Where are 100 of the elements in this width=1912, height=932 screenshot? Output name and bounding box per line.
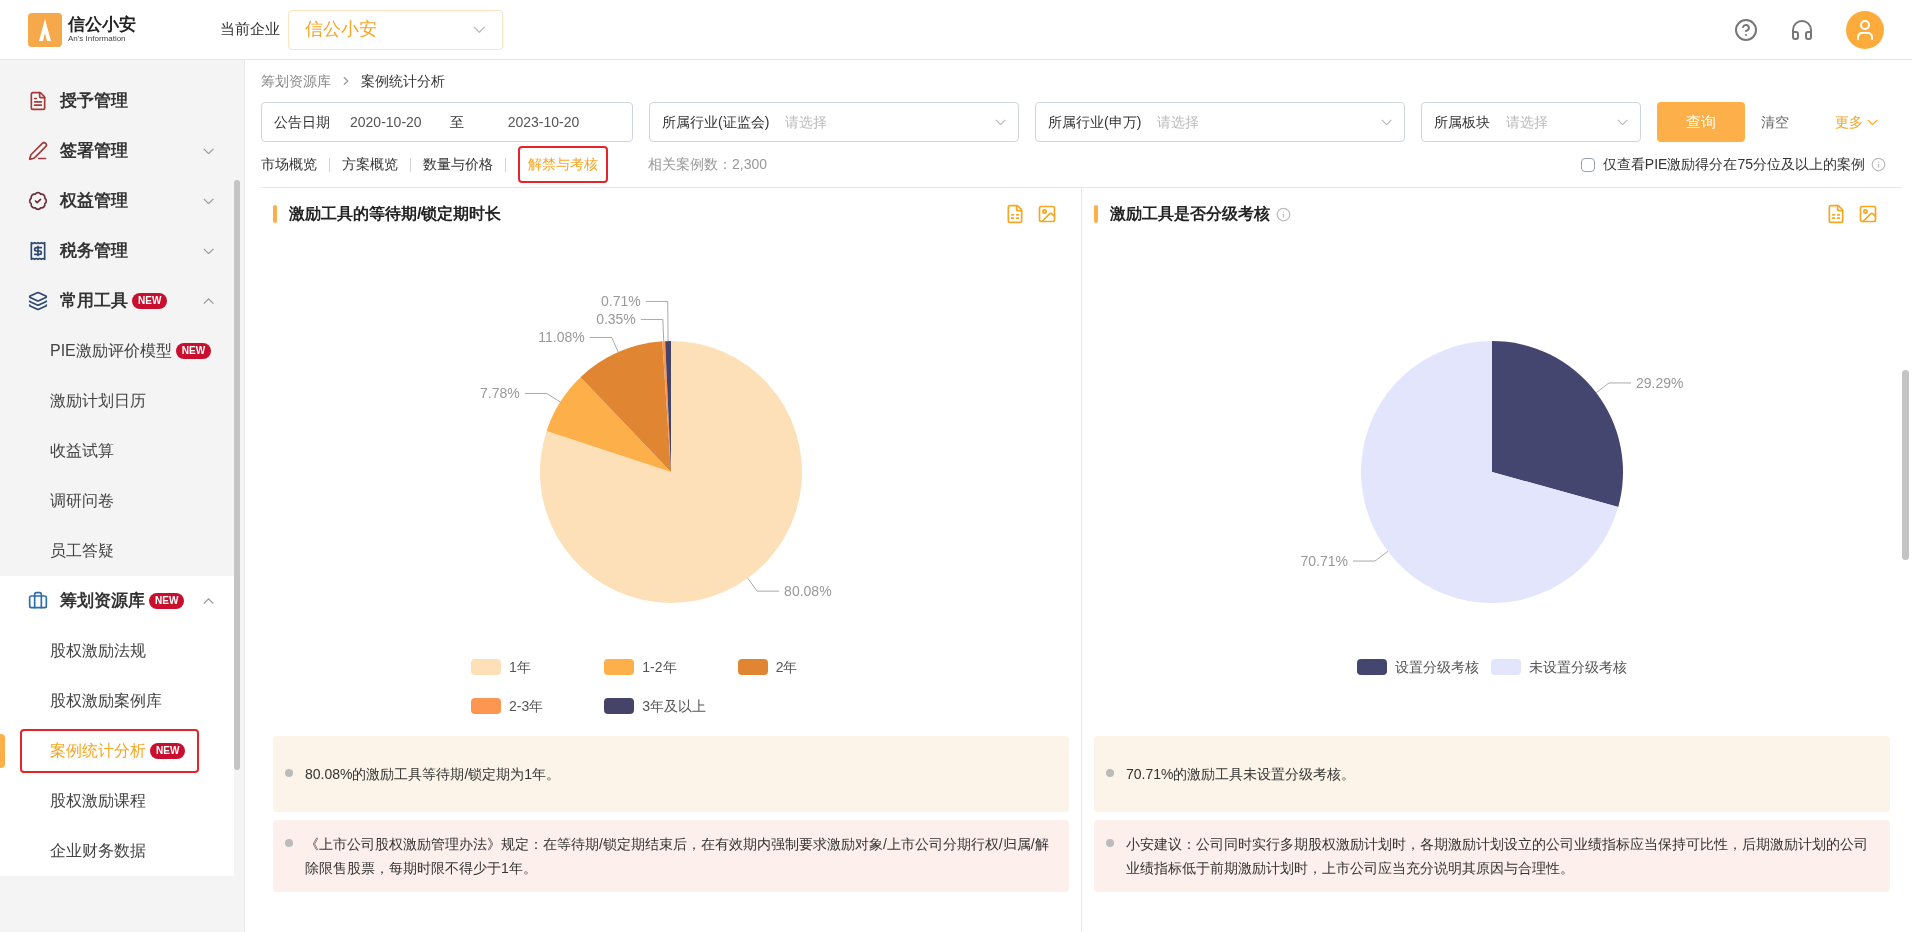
logo-subtitle: An's Information [68, 35, 127, 43]
breadcrumb-item[interactable]: 筹划资源库 [261, 70, 331, 92]
sidebar-group[interactable]: 税务管理 [0, 226, 234, 276]
headset-icon[interactable] [1790, 17, 1814, 42]
sidebar-item[interactable]: 企业财务数据 [20, 829, 160, 873]
legend-swatch [1357, 659, 1387, 675]
spreadsheet-export-icon[interactable] [1826, 204, 1846, 224]
filter-select[interactable]: 所属行业(证监会) 请选择 [649, 102, 1019, 142]
legend-swatch [1491, 659, 1521, 675]
leader-line [589, 336, 619, 353]
slice-label: 0.71% [601, 293, 641, 310]
pen-icon [28, 141, 48, 161]
sidebar-group-label: 税务管理 [60, 240, 128, 263]
legend-label[interactable]: 3年及以上 [642, 695, 707, 717]
info-icon[interactable] [1871, 157, 1886, 172]
start-date: 2020-10-20 [350, 112, 422, 132]
panel-title: 激励工具是否分级考核 [1110, 204, 1270, 224]
checkbox-label[interactable]: 仅查看PIE激励得分在75分位及以上的案例 [1602, 154, 1865, 175]
new-badge: NEW [150, 743, 186, 759]
sidebar-item[interactable]: 股权激励课程 [20, 779, 160, 823]
select-label: 所属行业(证监会) [662, 112, 770, 132]
breadcrumb-item: 案例统计分析 [361, 71, 445, 91]
select-placeholder: 请选择 [1506, 112, 1548, 132]
tab[interactable]: 市场概览 [261, 154, 317, 175]
sidebar-group-label: 筹划资源库 [60, 590, 145, 613]
legend-swatch [604, 659, 635, 675]
chevron-down-icon [1616, 118, 1628, 126]
new-badge: NEW [149, 593, 185, 609]
legend-label[interactable]: 2-3年 [509, 695, 544, 717]
document-icon [28, 91, 48, 111]
sidebar-group[interactable]: 筹划资源库 NEW [0, 576, 234, 626]
leader-line [1595, 382, 1632, 394]
image-export-icon[interactable] [1858, 204, 1878, 224]
spreadsheet-export-icon[interactable] [1005, 204, 1025, 224]
sidebar-item[interactable]: 激励计划日历 [20, 379, 160, 423]
checkbox[interactable] [1580, 157, 1595, 172]
sidebar-group[interactable]: 权益管理 [0, 176, 234, 226]
layers-icon [28, 291, 48, 311]
filter-select[interactable]: 所属行业(申万) 请选择 [1035, 102, 1405, 142]
slice-label: 80.08% [784, 583, 832, 600]
filter-select[interactable]: 所属板块 请选择 [1421, 102, 1641, 142]
slice-label: 70.71% [1300, 553, 1349, 570]
select-placeholder: 请选择 [1157, 112, 1200, 132]
case-count: 相关案例数：2,300 [648, 155, 768, 174]
tab[interactable]: 方案概览 [342, 154, 398, 175]
slice-label: 29.29% [1635, 374, 1684, 391]
sidebar-group-label: 签署管理 [60, 140, 128, 163]
sidebar-group-label: 授予管理 [60, 90, 128, 113]
end-date: 2023-10-20 [507, 112, 580, 132]
note-text: 70.71%的激励工具未设置分级考核。 [1126, 765, 1356, 784]
tab[interactable]: 数量与价格 [423, 154, 493, 175]
info-icon[interactable] [1276, 206, 1291, 222]
sidebar-group[interactable]: 常用工具 NEW [0, 276, 234, 326]
date-separator: 至 [449, 112, 464, 132]
chevron-down-icon [202, 197, 214, 205]
chevron-down-icon [202, 147, 214, 155]
chevron-down-icon [202, 247, 214, 255]
avatar[interactable] [1846, 10, 1884, 49]
select-placeholder: 请选择 [785, 112, 828, 132]
legend-label[interactable]: 1年 [509, 656, 531, 678]
sidebar-item[interactable]: 收益试算 [20, 429, 128, 473]
legend-label[interactable]: 1-2年 [642, 656, 677, 678]
sidebar-item[interactable]: 员工答疑 [20, 529, 128, 573]
leader-line [1352, 550, 1389, 562]
scrollbar-thumb[interactable] [234, 180, 240, 770]
sidebar-item[interactable]: 股权激励法规 [20, 629, 160, 673]
chevron-up-icon [202, 297, 214, 305]
date-range-field[interactable]: 公告日期 2020-10-20 至 2023-10-20 [261, 102, 633, 142]
receipt-icon [28, 241, 48, 261]
panel-title: 激励工具的等待期/锁定期时长 [289, 204, 502, 224]
logo-name: 信公小安 [68, 16, 136, 33]
legend-label[interactable]: 设置分级考核 [1395, 656, 1479, 678]
clear-link[interactable]: 清空 [1761, 111, 1789, 133]
chevron-down-icon [994, 118, 1006, 126]
briefcase-icon [28, 591, 48, 611]
legend-label[interactable]: 未设置分级考核 [1529, 656, 1627, 678]
sidebar-item[interactable]: 案例统计分析 NEW [20, 729, 200, 773]
leader-line [747, 577, 780, 592]
slice-label: 7.78% [480, 385, 520, 402]
sidebar-item[interactable]: PIE激励评价模型 NEW [20, 329, 226, 373]
image-export-icon[interactable] [1037, 204, 1057, 224]
sidebar-group-label: 权益管理 [60, 190, 128, 213]
title-accent [1094, 205, 1098, 223]
legend-label[interactable]: 2年 [775, 656, 798, 678]
sidebar-group[interactable]: 签署管理 [0, 126, 234, 176]
note-text: 80.08%的激励工具等待期/锁定期为1年。 [305, 765, 561, 784]
legend-swatch [471, 698, 501, 714]
help-icon[interactable] [1734, 17, 1758, 42]
scrollbar-thumb[interactable] [1902, 370, 1909, 560]
badge-icon [28, 191, 48, 211]
legend-swatch [471, 659, 501, 675]
slice-label: 11.08% [538, 329, 585, 346]
chevron-down-icon [473, 25, 486, 34]
sidebar-group[interactable]: 授予管理 [0, 76, 234, 126]
sidebar-item[interactable]: 调研问卷 [20, 479, 128, 523]
legend-swatch [737, 659, 768, 675]
select-label: 所属板块 [1434, 112, 1490, 132]
note-text: 《上市公司股权激励管理办法》规定：在等待期/锁定期结束后，在有效期内强制要求激励对象/上市公司分期行权/归属/解除限售股票，每期时限不得少于1年。 [305, 835, 1050, 878]
sidebar-item[interactable]: 股权激励案例库 [20, 679, 176, 723]
new-badge: NEW [132, 293, 168, 309]
